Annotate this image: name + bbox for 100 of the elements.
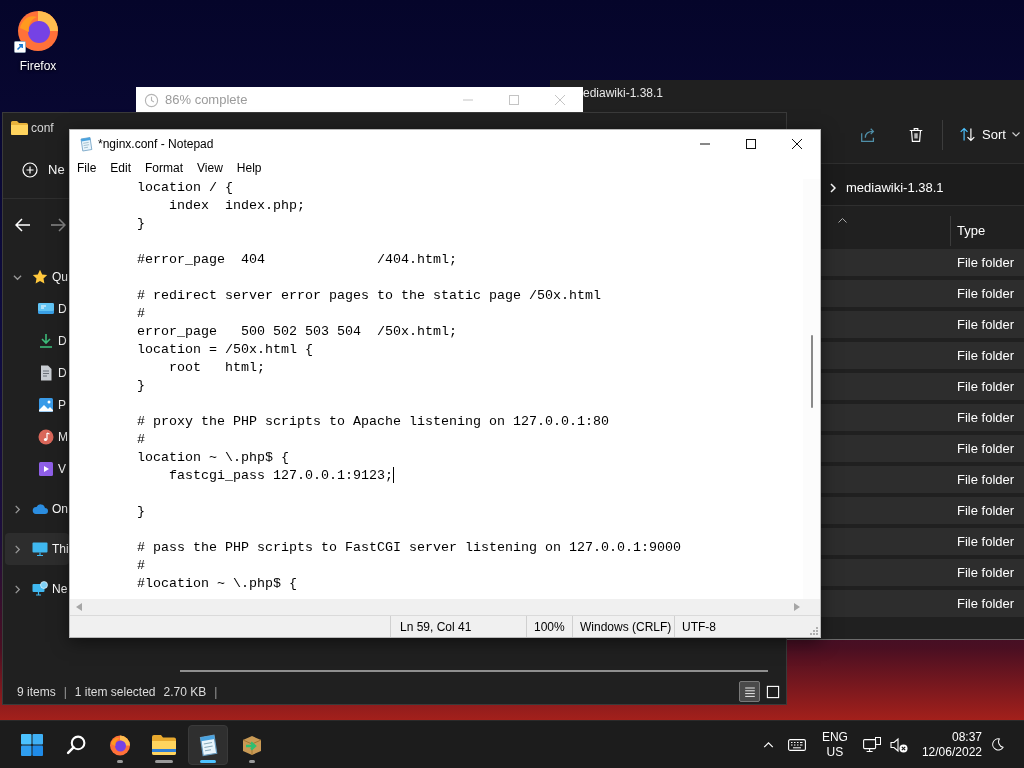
menu-item[interactable]: File — [70, 158, 104, 178]
line-ending: Windows (CRLF) — [580, 618, 672, 636]
keyboard-icon — [787, 738, 806, 751]
network-monitor-icon — [32, 581, 48, 597]
back-button[interactable] — [15, 216, 31, 233]
status-text: 9 items — [17, 683, 56, 701]
tile-view-icon — [764, 683, 781, 700]
code-line: # — [137, 432, 145, 447]
code-line: # pass the PHP scripts to FastCGI server listening on 127.0.0.1:9000 — [137, 540, 681, 555]
code-line: # — [137, 306, 145, 321]
chevron-down-icon — [1011, 132, 1020, 137]
nav-item[interactable]: V — [5, 453, 69, 485]
view-toggle-button[interactable] — [739, 681, 760, 702]
window-title: *nginx.conf - Notepad — [98, 135, 214, 153]
clock-button[interactable]: 08:37 12/06/2022 — [921, 729, 982, 760]
chevron-right-icon — [830, 182, 836, 193]
chevron-right-icon[interactable] — [13, 584, 22, 594]
file-row[interactable]: File folder — [821, 590, 1024, 617]
window-title: ediawiki-1.38.1 — [583, 85, 664, 102]
speaker-muted-icon — [889, 736, 908, 753]
nav-item[interactable]: D — [5, 293, 69, 325]
file-row[interactable]: File folder — [821, 280, 1024, 307]
window-title: conf — [31, 119, 54, 137]
status-text: 1 item selected — [74, 683, 156, 701]
file-row[interactable]: File folder — [821, 373, 1024, 400]
file-row[interactable]: File folder — [821, 342, 1024, 369]
code-line: # — [137, 558, 145, 573]
encoding: UTF-8 — [682, 618, 716, 636]
chevron-down-icon[interactable] — [13, 272, 22, 282]
nav-item[interactable]: Ne — [5, 573, 69, 605]
forward-button[interactable] — [50, 216, 66, 233]
code-line: root html; — [169, 360, 265, 375]
chevron-right-icon[interactable] — [13, 544, 22, 554]
file-row[interactable]: File folder — [821, 249, 1024, 276]
sort-button[interactable]: Sort — [951, 118, 1022, 151]
new-button[interactable]: Ne — [22, 160, 65, 180]
code-line: #error_page 404 /404.html; — [137, 252, 457, 267]
windows-logo-icon — [21, 733, 43, 756]
zoom-level: 100% — [534, 618, 565, 636]
status-text: 2.70 KB — [163, 683, 207, 701]
notepad-icon — [78, 135, 94, 152]
nav-item[interactable]: D — [5, 325, 69, 357]
code-line: fastcgi_pass 127.0.0.1:9123; — [169, 468, 393, 483]
music-note-icon — [38, 429, 54, 445]
code-line: } — [137, 216, 145, 231]
star-icon — [32, 269, 48, 285]
taskbar-button[interactable] — [188, 724, 228, 765]
arrow-right-icon — [50, 217, 66, 232]
maximize-icon — [746, 138, 756, 149]
resize-grip-icon[interactable] — [808, 625, 818, 635]
input-language-button[interactable]: ENG US — [814, 729, 855, 760]
nav-item[interactable]: D — [5, 357, 69, 389]
sort-arrows-icon — [959, 126, 976, 143]
cloud-icon — [32, 501, 48, 517]
nav-item[interactable]: M — [5, 421, 69, 453]
code-line: # proxy the PHP scripts to Apache listening on 127.0.0.1:80 — [137, 414, 609, 429]
file-row[interactable]: File folder — [821, 404, 1024, 431]
shortcut-arrow-icon — [14, 41, 26, 53]
code-line: location ~ \.php$ { — [137, 450, 289, 465]
nav-item[interactable]: P — [5, 389, 69, 421]
file-row[interactable]: File folder — [821, 528, 1024, 555]
chevron-right-icon[interactable] — [13, 504, 22, 514]
arrow-left-icon — [15, 217, 31, 232]
code-line: location = /50x.html { — [137, 342, 313, 357]
plus-circle-icon — [22, 162, 38, 178]
file-row[interactable]: File folder — [821, 559, 1024, 586]
menu-item[interactable]: Edit — [103, 158, 139, 178]
code-line: } — [137, 378, 145, 393]
code-line: #location ~ \.php$ { — [137, 576, 297, 591]
picture-icon — [38, 397, 54, 413]
horizontal-scrollbar-thumb[interactable] — [180, 670, 768, 672]
file-row[interactable]: File folder — [821, 435, 1024, 462]
maximize-icon — [509, 95, 519, 105]
desktop-icon — [38, 301, 54, 317]
menu-item[interactable]: Format — [138, 158, 191, 178]
code-line: error_page 500 502 503 504 /50x.html; — [137, 324, 457, 339]
folder-icon — [11, 120, 28, 135]
code-line: } — [137, 504, 145, 519]
cursor-position: Ln 59, Col 41 — [400, 618, 472, 636]
network-monitor-icon — [862, 736, 881, 753]
window-title: 86% complete — [165, 91, 248, 110]
file-row[interactable]: File folder — [821, 466, 1024, 493]
search-icon — [65, 734, 87, 755]
close-icon — [555, 95, 565, 105]
code-line: location / { — [137, 180, 233, 195]
file-row[interactable]: File folder — [821, 497, 1024, 524]
nav-item[interactable]: Thi — [5, 533, 69, 565]
file-row[interactable]: File folder — [821, 311, 1024, 338]
moon-icon — [990, 738, 1004, 751]
trash-icon — [907, 125, 925, 144]
menu-item[interactable]: Help — [229, 158, 269, 178]
vertical-scrollbar-thumb[interactable] — [811, 335, 813, 408]
code-line: # redirect server error pages to the static page /50x.html — [137, 288, 601, 303]
column-header[interactable]: Type — [957, 222, 986, 240]
nav-item[interactable]: Qu — [5, 261, 69, 293]
nav-item[interactable]: On — [5, 493, 69, 525]
status-separator: | — [63, 683, 67, 701]
desktop-shortcut[interactable]: Firefox — [6, 6, 70, 73]
menu-item[interactable]: View — [190, 158, 230, 178]
close-icon — [792, 138, 802, 149]
